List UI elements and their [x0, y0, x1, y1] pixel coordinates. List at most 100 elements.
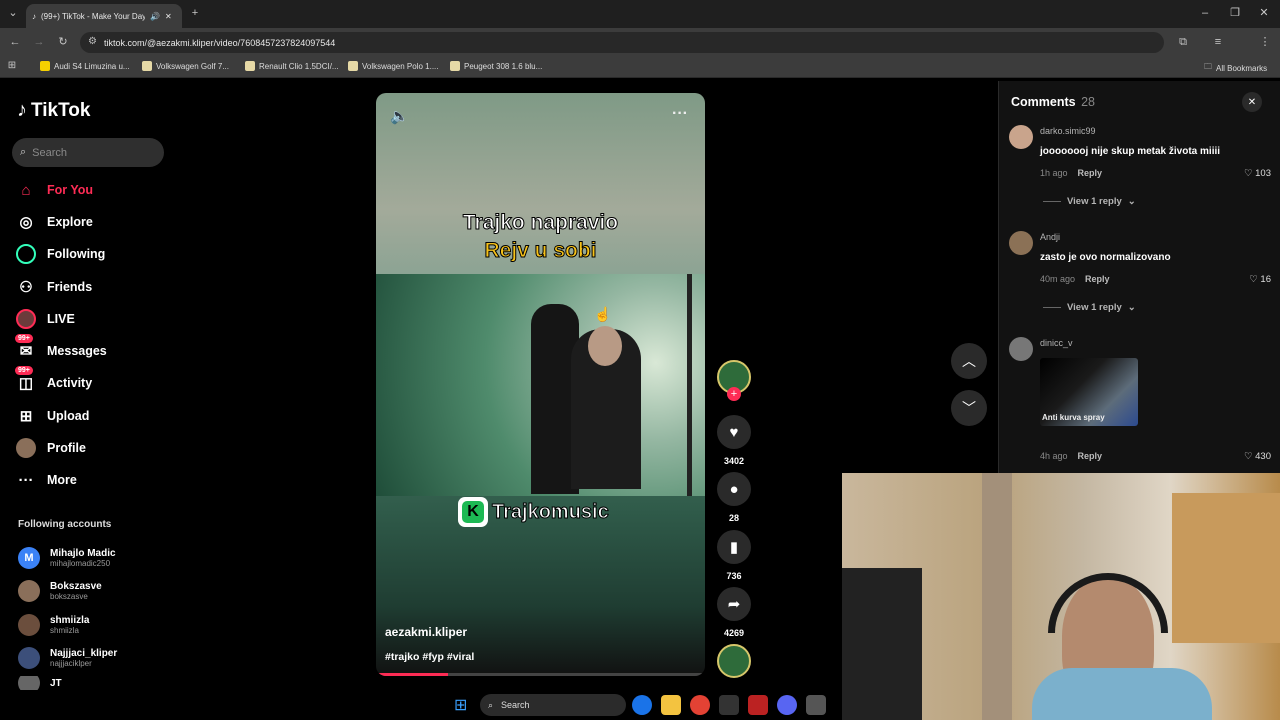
comment-username[interactable]: Andji — [1040, 232, 1060, 242]
back-icon[interactable]: ← — [8, 36, 22, 48]
wardrobe — [1172, 493, 1280, 643]
like-button[interactable]: ♥ 3402 — [716, 415, 752, 466]
bookmark-item[interactable]: Peugeot 308 1.6 blu... — [450, 61, 542, 71]
chrome-alt-icon[interactable] — [806, 695, 826, 715]
discord-icon[interactable] — [777, 695, 797, 715]
maximize-icon[interactable]: ❐ — [1228, 7, 1242, 19]
apps-icon[interactable]: ⊞ — [6, 60, 18, 72]
comment-time: 1h ago — [1040, 168, 1068, 178]
nav-for-you[interactable]: ⌂ For You — [16, 178, 166, 202]
following-account[interactable]: Najjjaci_kliper najjjaciklper — [18, 643, 168, 673]
save-button[interactable]: ▮ 736 — [716, 530, 752, 581]
reading-list-icon[interactable]: ≡ — [1211, 36, 1225, 48]
bookmark-item[interactable]: Audi S4 Limuzina u... — [40, 61, 130, 71]
reply-button[interactable]: Reply — [1085, 274, 1110, 284]
previous-video-button[interactable]: ︿ — [951, 343, 987, 379]
tab-close-icon[interactable]: ✕ — [165, 12, 172, 21]
windows-start-icon[interactable]: ⊞ — [454, 695, 467, 715]
comment-like-button[interactable]: ♡ 103 — [1244, 168, 1271, 179]
trajkomusic-watermark: K Trajkomusic — [458, 496, 609, 528]
chevron-up-icon: ︿ — [962, 353, 976, 369]
taskbar-search[interactable]: ⌕ Search — [480, 694, 626, 716]
nav-live[interactable]: LIVE — [16, 307, 166, 331]
extensions-icon[interactable]: ⧉ — [1176, 36, 1190, 48]
shield-app-icon[interactable] — [748, 695, 768, 715]
nav-explore[interactable]: ◎ Explore — [16, 210, 166, 234]
messages-icon: ✉ 99+ — [15, 334, 36, 361]
share-button[interactable]: ➦ 4269 — [716, 587, 752, 638]
nav-profile[interactable]: Profile — [16, 436, 166, 460]
logitech-icon[interactable] — [719, 695, 739, 715]
creator-avatar-button[interactable]: + — [716, 360, 752, 401]
comment-like-button[interactable]: ♡ 430 — [1244, 451, 1271, 462]
nav-upload[interactable]: ⊞ Upload — [16, 404, 166, 428]
video-player[interactable]: 🔈 ··· Trajko napravio Rejv u sobi K Traj… — [376, 93, 705, 676]
window-close-icon[interactable]: ✕ — [1257, 7, 1271, 19]
next-video-button[interactable]: ﹀ — [951, 390, 987, 426]
comment-icon: ● — [717, 472, 751, 506]
nav-label: For You — [47, 183, 94, 197]
chrome-icon[interactable] — [690, 695, 710, 715]
browser-tab[interactable]: ♪ (99+) TikTok - Make Your Day 🔊 ✕ — [26, 4, 182, 28]
avatar: M — [18, 547, 40, 569]
comment-username[interactable]: darko.simic99 — [1040, 126, 1096, 136]
bookmark-item[interactable]: Renault Clio 1.5DCI/... — [245, 61, 339, 71]
pc-case — [842, 568, 922, 720]
following-account[interactable]: JT — [18, 676, 168, 690]
close-comments-button[interactable]: ✕ — [1242, 92, 1262, 112]
reply-button[interactable]: Reply — [1078, 451, 1103, 461]
comment-username[interactable]: dinicc_v — [1040, 338, 1073, 348]
nav-more[interactable]: ··· More — [16, 468, 166, 492]
video-author[interactable]: aezakmi.kliper — [385, 625, 467, 639]
nav-messages[interactable]: ✉ 99+ Messages — [15, 334, 166, 363]
menu-icon[interactable]: ⋮ — [1258, 36, 1272, 48]
chevron-down-icon: ﹀ — [962, 400, 976, 416]
forward-icon[interactable]: → — [32, 36, 46, 48]
search-icon: ⌕ — [488, 699, 494, 710]
heart-outline-icon: ♡ — [1243, 168, 1253, 179]
reload-icon[interactable]: ↻ — [56, 36, 70, 48]
tiktok-logo[interactable]: ♪ TikTok — [17, 99, 90, 122]
nav-friends[interactable]: ⚇ Friends — [16, 275, 166, 299]
comment-sticker-image[interactable]: Anti kurva spray — [1040, 358, 1138, 426]
comment-time: 40m ago — [1040, 274, 1076, 284]
more-options-icon[interactable]: ··· — [672, 105, 688, 123]
bookmark-item[interactable]: Volkswagen Polo 1.... — [348, 61, 439, 71]
avatar[interactable] — [1009, 337, 1033, 361]
mute-icon[interactable]: 🔈 — [390, 107, 409, 125]
file-explorer-icon[interactable] — [661, 695, 681, 715]
minimize-icon[interactable]: – — [1198, 7, 1212, 19]
tab-audio-icon[interactable]: 🔊 — [150, 12, 160, 21]
video-progress-bar[interactable] — [376, 673, 705, 676]
bookmark-item[interactable]: Volkswagen Golf 7... — [142, 61, 229, 71]
address-bar[interactable]: ⚙ tiktok.com/@aezakmi.kliper/video/76084… — [80, 32, 1164, 53]
door-frame — [687, 274, 692, 496]
tab-title: (99+) TikTok - Make Your Day — [41, 11, 145, 21]
avatar[interactable] — [1009, 231, 1033, 255]
video-hashtags[interactable]: #trajko #fyp #viral — [385, 651, 474, 663]
following-account[interactable]: M Mihajlo Madic mihajlomadic250 — [18, 543, 168, 573]
following-account[interactable]: Bokszasve bokszasve — [18, 576, 168, 606]
site-info-icon[interactable]: ⚙ — [88, 36, 97, 47]
view-replies-button[interactable]: View 1 reply ⌄ — [1043, 196, 1136, 207]
follow-plus-icon[interactable]: + — [727, 387, 741, 401]
bookmark-label: Volkswagen Golf 7... — [156, 61, 229, 71]
avatar[interactable] — [1009, 125, 1033, 149]
all-bookmarks[interactable]: 🗀 All Bookmarks — [1204, 61, 1267, 75]
music-disc-button[interactable] — [716, 644, 752, 678]
search-input[interactable]: ⌕ Search — [12, 138, 164, 167]
new-tab-icon[interactable]: + — [188, 7, 202, 19]
comment-button[interactable]: ● 28 — [716, 472, 752, 523]
view-replies-button[interactable]: View 1 reply ⌄ — [1043, 302, 1136, 313]
edge-icon[interactable] — [632, 695, 652, 715]
nav-activity[interactable]: ◫ 99+ Activity — [15, 366, 166, 395]
comment-item: Andji zasto je ovo normalizovano 40m ago… — [1009, 231, 1271, 321]
comment-meta: 4h ago Reply — [1040, 451, 1102, 461]
bookmark-label: Peugeot 308 1.6 blu... — [464, 61, 543, 71]
chevron-down-icon: ⌄ — [1127, 196, 1136, 207]
nav-following[interactable]: Following — [16, 242, 166, 266]
comment-like-button[interactable]: ♡ 16 — [1249, 274, 1271, 285]
tab-search-icon[interactable]: ⌄ — [6, 7, 20, 19]
following-account[interactable]: shmiizla shmiizla — [18, 610, 168, 640]
reply-button[interactable]: Reply — [1078, 168, 1103, 178]
